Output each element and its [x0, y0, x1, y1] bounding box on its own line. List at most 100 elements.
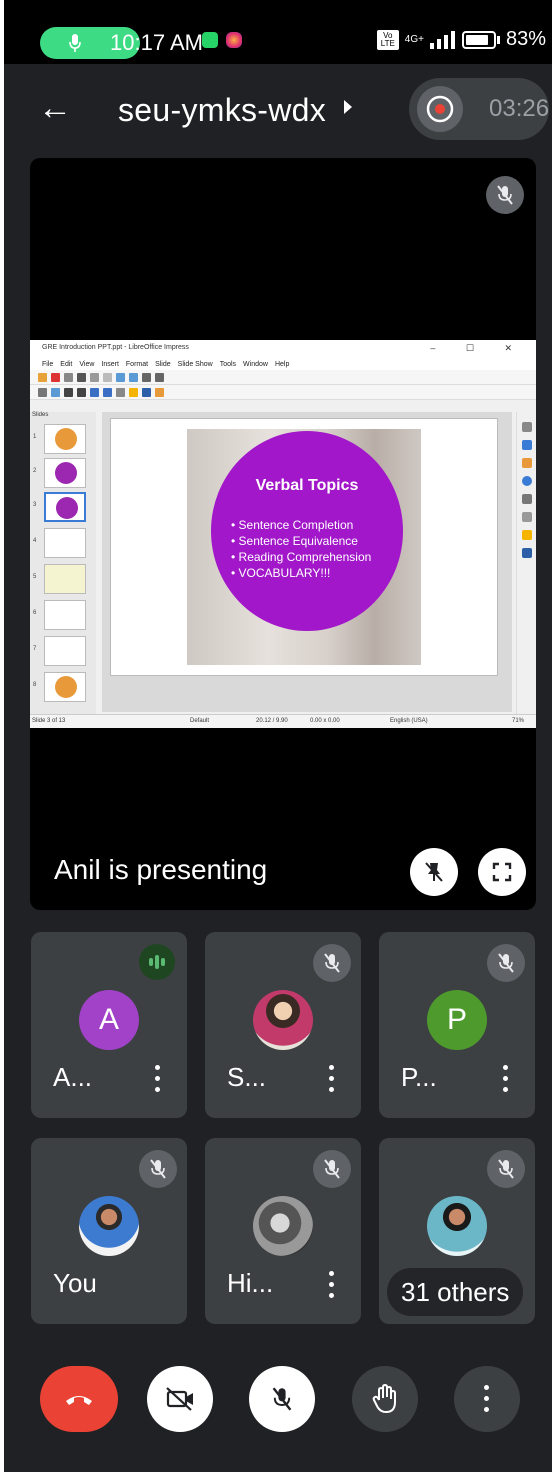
- toolbar-icon: [51, 372, 60, 382]
- participant-name: S...: [227, 1062, 267, 1092]
- battery-level: 83%: [505, 28, 546, 50]
- participant-name: A...: [53, 1062, 93, 1092]
- styles-icon: [522, 440, 532, 450]
- participant-tile[interactable]: P P...: [379, 932, 535, 1118]
- thumb-number: 3: [33, 502, 37, 508]
- slide-counter: Slide 3 of 13: [32, 718, 66, 724]
- slide-thumbnail: [44, 564, 86, 594]
- slide-thumbnail: [44, 636, 86, 666]
- battery-icon: [461, 30, 496, 49]
- instagram-icon: [226, 32, 242, 48]
- menu-file: File: [42, 360, 54, 368]
- pin-off-icon: [425, 862, 443, 882]
- more-options-button[interactable]: [454, 1366, 520, 1432]
- more-options-icon[interactable]: [503, 1065, 509, 1093]
- network-type: 4G+: [404, 34, 424, 45]
- bullet-item: Reading Comprehension: [231, 549, 372, 565]
- menu-window: Window: [243, 360, 268, 368]
- toolbar-icon: [77, 387, 86, 397]
- back-arrow-icon[interactable]: ←: [38, 88, 72, 128]
- editor-body: Slides 1 2 3 4 5 6 7 8 Verbal Topics • S…: [30, 412, 536, 714]
- shapes-icon: [522, 494, 532, 504]
- toolbar-icon: [155, 387, 164, 397]
- participant-tile[interactable]: Hi...: [205, 1138, 361, 1324]
- avatar: P: [427, 990, 487, 1050]
- toolbar-icon: [103, 387, 112, 397]
- master-slides-icon: [522, 512, 532, 522]
- recording-chip[interactable]: 03:26: [409, 78, 549, 140]
- avatar: [79, 1196, 139, 1256]
- presentation-tile[interactable]: GRE Introduction PPT.ppt - LibreOffice I…: [30, 158, 536, 910]
- toolbar-icon: [77, 372, 86, 382]
- toolbar-icon: [90, 387, 99, 397]
- more-vert-icon: [484, 1385, 490, 1413]
- mic-off-icon: [487, 944, 525, 982]
- more-options-icon[interactable]: [329, 1065, 335, 1093]
- current-slide: Verbal Topics Sentence Completion Senten…: [110, 418, 498, 676]
- menu-help: Help: [274, 360, 290, 368]
- toolbar-icon: [51, 387, 60, 397]
- more-options-icon[interactable]: [155, 1065, 161, 1093]
- toolbar-row-1: [30, 370, 536, 385]
- raise-hand-button[interactable]: [352, 1366, 418, 1432]
- participant-tile[interactable]: S...: [205, 932, 361, 1118]
- toolbar-icon: [116, 372, 125, 382]
- thumb-number: 8: [33, 682, 37, 688]
- meeting-code[interactable]: seu-ymks-wdx: [118, 92, 326, 129]
- sidebar-deck: [516, 412, 536, 714]
- mic-off-icon: [139, 1150, 177, 1188]
- thumb-number: 2: [33, 468, 37, 474]
- participant-tile[interactable]: A A...: [31, 932, 187, 1118]
- system-indicators: Vo LTE 4G+ 83%: [376, 28, 546, 51]
- transition-icon: [522, 548, 532, 558]
- fullscreen-button[interactable]: [478, 848, 526, 896]
- participant-name: You: [53, 1268, 97, 1298]
- others-count[interactable]: 31 others: [387, 1268, 524, 1316]
- menu-tools: Tools: [219, 360, 237, 368]
- leave-call-button[interactable]: [40, 1366, 118, 1432]
- thumb-number: 7: [33, 646, 37, 652]
- chevron-right-icon[interactable]: [344, 100, 352, 114]
- menu-edit: Edit: [60, 360, 73, 368]
- slide-thumbnail: [44, 528, 86, 558]
- video-off-icon: [166, 1387, 193, 1411]
- menu-slide: Slide: [155, 360, 171, 368]
- more-options-icon[interactable]: [329, 1271, 335, 1299]
- properties-icon: [522, 422, 532, 432]
- thumb-number: 5: [33, 574, 37, 580]
- animation-icon: [522, 530, 532, 540]
- menu-slide-show: Slide Show: [177, 360, 213, 368]
- menu-insert: Insert: [101, 360, 119, 368]
- hang-up-icon: [66, 1396, 92, 1405]
- unpin-button[interactable]: [410, 848, 458, 896]
- toolbar-icon: [38, 372, 47, 382]
- avatar: [253, 1196, 313, 1256]
- menu-bar: File Edit View Insert Format Slide Slide…: [30, 358, 536, 370]
- window-title: GRE Introduction PPT.ppt - LibreOffice I…: [42, 344, 189, 351]
- toolbar-row-2: [30, 385, 536, 400]
- camera-toggle-button[interactable]: [147, 1366, 213, 1432]
- cursor-position: 20.12 / 9.90: [256, 718, 288, 724]
- zoom-level: 71%: [512, 718, 525, 724]
- mic-off-icon: [486, 176, 524, 214]
- camera-switch-icon[interactable]: [417, 86, 463, 132]
- others-tile[interactable]: 31 others: [379, 1138, 535, 1324]
- mic-off-icon: [313, 1150, 351, 1188]
- slide-circle: Verbal Topics Sentence Completion Senten…: [211, 431, 403, 631]
- participant-tile-self[interactable]: You: [31, 1138, 187, 1324]
- signal-icon: [429, 30, 455, 49]
- meet-screen: 10:17 AM Vo LTE 4G+ 83% ← seu-ymks-wdx 0…: [4, 0, 552, 1472]
- whatsapp-icon: [202, 32, 218, 48]
- menu-format: Format: [125, 360, 149, 368]
- speaking-indicator-icon: [139, 944, 175, 980]
- participant-name: P...: [401, 1062, 437, 1092]
- avatar: [427, 1196, 487, 1256]
- mic-toggle-button[interactable]: [249, 1366, 315, 1432]
- toolbar-icon: [142, 387, 151, 397]
- thumb-number: 6: [33, 610, 37, 616]
- meeting-header: ← seu-ymks-wdx 03:26: [4, 64, 552, 154]
- slide-thumbnail-selected: [44, 492, 86, 522]
- presenter-label: Anil is presenting: [54, 854, 268, 885]
- toolbar-icon: [38, 387, 47, 397]
- mic-off-icon: [313, 944, 351, 982]
